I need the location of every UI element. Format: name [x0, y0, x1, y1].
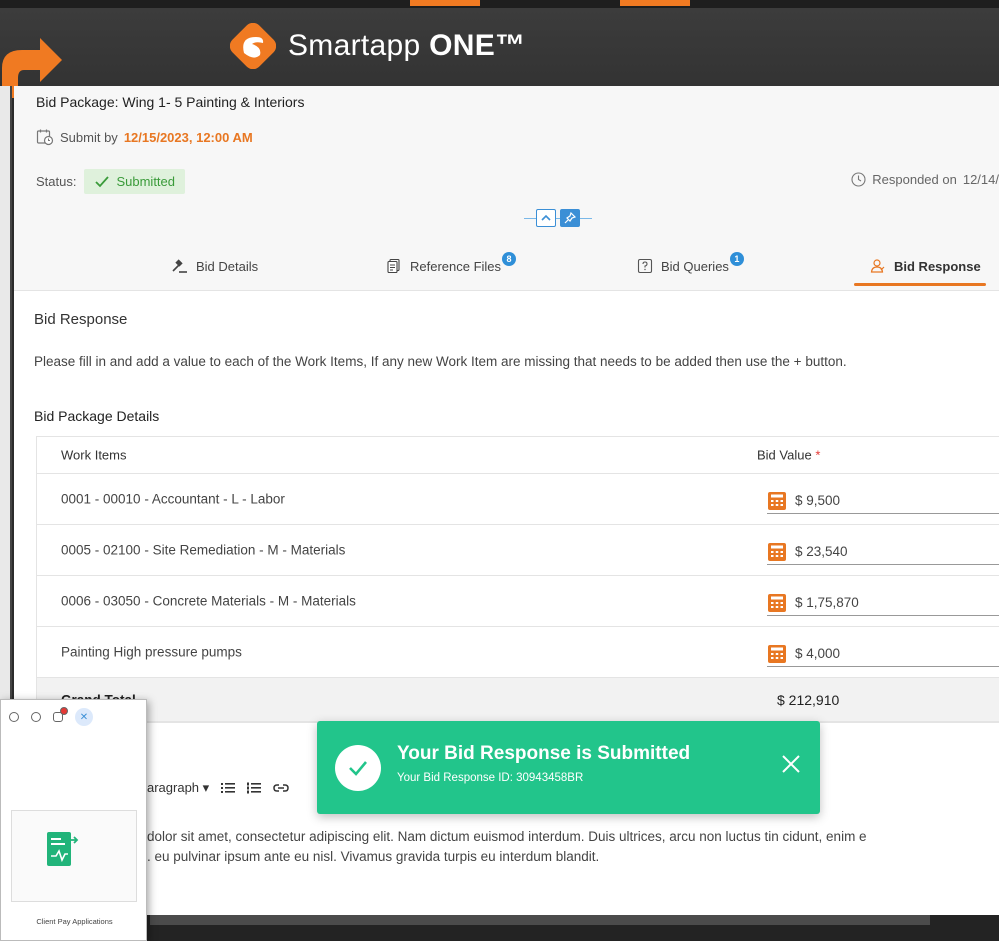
- files-icon: [387, 258, 400, 274]
- editor-line: dolor sit amet, consectetur adipiscing e…: [147, 829, 867, 844]
- editor-toolbar: aragraph ▾: [147, 780, 289, 796]
- instructions-text: Please fill in and add a value to each o…: [34, 354, 847, 369]
- status-value: Submitted: [116, 174, 176, 189]
- calculator-icon[interactable]: [767, 593, 787, 613]
- calculator-icon[interactable]: [767, 644, 787, 664]
- close-icon[interactable]: [780, 753, 802, 775]
- bulleted-list-icon[interactable]: [221, 782, 236, 794]
- table-header: Work Items Bid Value *: [37, 437, 999, 474]
- active-tab-indicator: [854, 283, 986, 286]
- responded-label: Responded on: [872, 172, 957, 187]
- collapse-button[interactable]: [536, 209, 556, 227]
- package-title: Bid Package: Wing 1- 5 Painting & Interi…: [36, 94, 305, 110]
- responded-on: Responded on 12/14/: [851, 172, 999, 187]
- grand-total-value: $ 212,910: [777, 691, 840, 708]
- calculator-icon[interactable]: [767, 491, 787, 511]
- mini-toolbar: ✕: [9, 707, 93, 726]
- submit-by-row: Submit by 12/15/2023, 12:00 AM: [36, 128, 253, 146]
- work-item-name: Painting High pressure pumps: [61, 644, 242, 660]
- numbered-list-icon[interactable]: [247, 782, 262, 794]
- help-icon[interactable]: [31, 712, 41, 722]
- check-icon: [95, 175, 110, 187]
- brand-banner: Smartapp ONE™: [0, 8, 999, 98]
- bid-notes-editor[interactable]: dolor sit amet, consectetur adipiscing e…: [147, 827, 867, 867]
- bell-icon[interactable]: [53, 707, 68, 722]
- brand: Smartapp ONE™: [230, 22, 525, 70]
- work-item-name: 0006 - 03050 - Concrete Materials - M - …: [61, 593, 356, 609]
- smartapp-logo-icon: [230, 23, 276, 69]
- toast-subtitle: Your Bid Response ID: 30943458BR: [397, 772, 584, 784]
- success-check-icon: [335, 745, 381, 791]
- table-row: 0006 - 03050 - Concrete Materials - M - …: [37, 576, 999, 627]
- bid-value-header: Bid Value *: [757, 447, 821, 463]
- table-row: 0001 - 00010 - Accountant - L - Labor $ …: [37, 474, 999, 525]
- document-chart-icon: [47, 832, 79, 866]
- app-launcher-popup: ✕ Client Pay Applications: [0, 699, 147, 941]
- work-items-header: Work Items: [61, 447, 127, 463]
- bid-value-input[interactable]: $ 23,540: [767, 539, 999, 565]
- clock-icon: [851, 172, 866, 187]
- status-row: Status: Submitted: [36, 169, 186, 194]
- bid-value-input[interactable]: $ 4,000: [767, 641, 999, 667]
- bid-queries-count-badge: 1: [729, 252, 744, 266]
- work-item-name: 0001 - 00010 - Accountant - L - Labor: [61, 491, 285, 507]
- question-icon: [637, 258, 653, 274]
- bid-package-details-title: Bid Package Details: [34, 408, 160, 424]
- work-items-table: Work Items Bid Value * 0001 - 00010 - Ac…: [36, 436, 999, 723]
- success-toast: Your Bid Response is Submitted Your Bid …: [317, 721, 820, 814]
- calculator-icon[interactable]: [767, 542, 787, 562]
- notification-dot: [60, 707, 68, 715]
- grand-total-row: Grand Total $ 212,910: [37, 678, 999, 722]
- bottom-strip: [150, 915, 930, 925]
- top-strip: [0, 0, 999, 8]
- tab-bar: Bid Details Reference Files 8 Bid Querie…: [14, 241, 999, 291]
- calendar-clock-icon: [36, 129, 54, 146]
- status-badge: Submitted: [84, 169, 186, 194]
- brand-name: Smartapp ONE™: [288, 29, 526, 62]
- bid-value-input[interactable]: $ 9,500: [767, 488, 999, 514]
- status-label: Status:: [36, 174, 77, 189]
- tab-reference-files[interactable]: Reference Files 8: [386, 241, 523, 291]
- table-row: 0005 - 02100 - Site Remediation - M - Ma…: [37, 525, 999, 576]
- user-response-icon: [870, 259, 885, 273]
- pin-button[interactable]: [560, 209, 580, 227]
- submit-by-label: Submit by: [60, 129, 118, 145]
- bid-value-input[interactable]: $ 1,75,870: [767, 590, 999, 616]
- header-controls: [524, 209, 592, 227]
- link-icon[interactable]: [273, 783, 289, 793]
- paragraph-format-dropdown[interactable]: aragraph ▾: [147, 780, 209, 796]
- work-item-name: 0005 - 02100 - Site Remediation - M - Ma…: [61, 542, 346, 558]
- editor-line: . eu pulvinar ipsum ante eu nisl. Vivamu…: [147, 849, 600, 864]
- pin-icon: [564, 212, 576, 224]
- chevron-up-icon: [541, 214, 551, 221]
- tab-bid-details[interactable]: Bid Details: [172, 241, 258, 291]
- client-pay-applications-label: Client Pay Applications: [36, 917, 113, 926]
- section-title: Bid Response: [34, 311, 128, 328]
- toast-title: Your Bid Response is Submitted: [397, 743, 691, 764]
- headset-icon[interactable]: [9, 712, 19, 722]
- responded-date: 12/14/: [962, 172, 999, 187]
- close-icon[interactable]: ✕: [75, 708, 93, 726]
- reference-files-count-badge: 8: [502, 252, 517, 266]
- table-row: Painting High pressure pumps $ 4,000: [37, 627, 999, 678]
- submit-by-date: 12/15/2023, 12:00 AM: [123, 129, 253, 145]
- tab-bid-queries[interactable]: Bid Queries 1: [637, 241, 751, 291]
- card-header: Bid Package: Wing 1- 5 Painting & Interi…: [14, 86, 999, 291]
- gavel-icon: [172, 259, 187, 273]
